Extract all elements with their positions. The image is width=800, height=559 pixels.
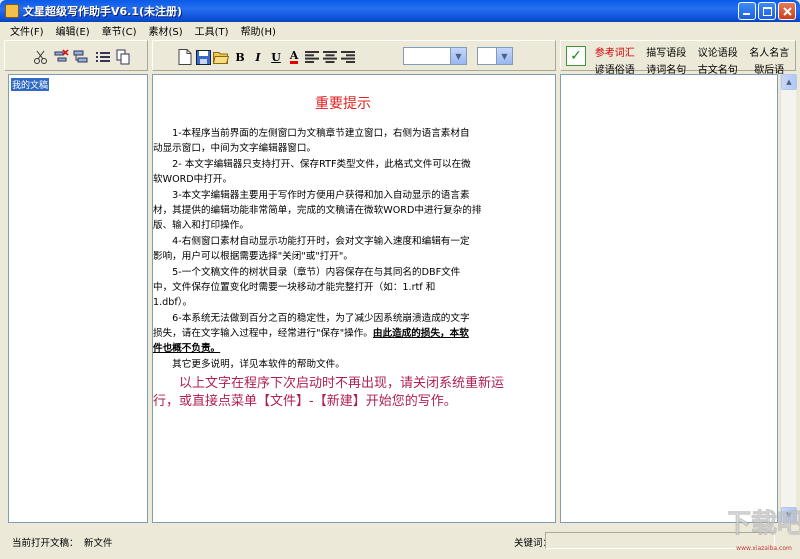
document-line: 1.dbf）。 [153,297,193,309]
window-title: 文星超级写作助手V6.1(未注册) [23,5,183,18]
align-center-button[interactable] [322,49,338,65]
document-line: 2- 本文字编辑器只支持打开、保存RTF类型文件，此格式文件可以在微 [153,158,471,170]
close-icon [782,6,792,16]
tab-argument-passages[interactable]: 议论语段 [692,44,744,59]
list-view-button[interactable] [95,49,111,65]
menu-chapter[interactable]: 章节(C) [96,23,143,38]
menu-help[interactable]: 帮助(H) [235,23,282,38]
watermark-text: 下载吧 [728,509,800,539]
copy-icon [116,49,130,65]
watermark-site: www.xiazaiba.com [736,545,792,552]
tab-descriptive-passages[interactable]: 描写语段 [641,44,693,59]
copy-node-button[interactable] [115,49,131,65]
chevron-down-icon: ▼ [450,48,466,64]
material-toolbar: ✓ 参考词汇 描写语段 议论语段 名人名言 谚语俗语 诗词名句 古文名句 歇后语 [560,40,796,76]
open-file-button[interactable] [213,49,229,65]
menu-tools[interactable]: 工具(T) [189,23,235,38]
tab-reference-vocabulary[interactable]: 参考词汇 [589,44,641,59]
list-icon [96,52,110,62]
font-color-button[interactable]: A [286,49,302,65]
document-title: 重要提示 [315,96,371,112]
document-line: 其它更多说明，详见本软件的帮助文件。 [153,358,345,370]
material-display-panel[interactable] [560,74,778,523]
tab-famous-quotes[interactable]: 名人名言 [744,44,796,59]
document-line: 1-本程序当前界面的左侧窗口为文稿章节建立窗口，右侧为语言素材自 [153,128,470,139]
notice-line: 行，或直接点菜单【文件】-【新建】开始您的写作。 [153,394,457,409]
new-file-icon [178,49,192,65]
tree-toolbar [4,40,148,71]
document-line: 5-一个文稿文件的树状目录（章节）内容保存在与其同名的DBF文件 [153,266,461,278]
warning-text: 由此造成的损失，本软 [372,328,469,340]
font-size-select[interactable]: ▼ [477,47,513,65]
chevron-down-icon: ▼ [496,48,512,64]
align-right-icon [341,51,355,63]
text-editor[interactable]: 重要提示 1-本程序当前界面的左侧窗口为文稿章节建立窗口，右侧为语言素材自 动显… [152,74,556,523]
close-button[interactable] [778,2,796,20]
document-line: 动显示窗口，中间为文字编辑器窗口。 [153,143,317,155]
maximize-icon [762,6,772,16]
document-line: 6-本系统无法做到百分之百的稳定性，为了减少因系统崩溃造成的文字 [153,312,470,324]
menu-file[interactable]: 文件(F) [4,23,50,38]
document-line: 软WORD中打开。 [153,174,233,186]
title-bar: 文星超级写作助手V6.1(未注册) [0,0,800,22]
document-line: 3-本文字编辑器主要用于写作时方便用户获得和加入自动显示的语言素 [153,189,470,201]
document-line: 件也概不负责。 [153,343,221,355]
cut-icon [34,50,47,64]
align-center-icon [323,51,337,63]
document-line: 版、输入和打印操作。 [153,220,249,232]
document-line: 中，文件保存位置变化时需要一块移动才能完整打开（如：1.rtf 和 [153,281,436,293]
menu-bar: 文件(F) 编辑(E) 章节(C) 素材(S) 工具(T) 帮助(H) [0,22,800,39]
save-file-button[interactable] [195,49,211,65]
startup-notice: 以上文字在程序下次启动时不再出现，请关闭系统重新运 行，或直接点菜单【文件】-【… [153,375,549,411]
minimize-button[interactable] [738,2,756,20]
font-name-select[interactable]: ▼ [403,47,467,65]
current-file-value: 新文件 [84,538,113,549]
open-folder-icon [213,52,229,64]
menu-edit[interactable]: 编辑(E) [50,23,96,38]
document-line-with-warning: 损失，请在文字输入过程中，经常进行"保存"操作。由此造成的损失，本软 [153,326,549,341]
delete-node-button[interactable] [53,49,69,65]
maximize-button[interactable] [758,2,776,20]
new-file-button[interactable] [177,49,193,65]
underline-button[interactable]: U [268,49,284,65]
app-icon [5,4,19,18]
save-icon [195,49,211,65]
bold-button[interactable]: B [232,49,248,65]
add-node-icon [73,50,88,63]
align-left-icon [305,51,319,63]
document-line: 4-右侧窗口素材自动显示功能打开时，会对文字输入速度和编辑有一定 [153,235,470,247]
document-body: 1-本程序当前界面的左侧窗口为文稿章节建立窗口，右侧为语言素材自 动显示窗口，中… [153,126,549,372]
italic-icon: I [255,50,261,64]
watermark-logo: 下载吧 www.xiazaiba.com [728,509,800,552]
cut-node-button[interactable] [33,49,49,65]
current-file-label: 当前打开文稿： [12,538,79,549]
scroll-up-button[interactable]: ▲ [781,74,797,90]
check-icon: ✓ [570,48,582,64]
tree-root-node[interactable]: 我的文稿 [11,78,50,91]
arrow-up-icon: ▲ [786,78,792,86]
underline-icon: U [271,50,281,64]
delete-node-icon [54,49,69,62]
bold-icon: B [235,50,245,64]
document-line: 材，其提供的编辑功能非常简单，完成的文稿请在微软WORD中进行复杂的排 [153,204,482,216]
add-node-button[interactable] [73,49,89,65]
status-bar: 当前打开文稿： 新文件 关键词： [0,528,800,554]
material-scrollbar[interactable]: ▲ ▼ [780,74,797,523]
notice-line: 以上文字在程序下次启动时不再出现，请关闭系统重新运 [153,376,505,391]
italic-button[interactable]: I [250,49,266,65]
document-line: 影响，用户可以根据需要选择"关闭"或"打开"。 [153,251,353,263]
align-right-button[interactable] [340,49,356,65]
align-left-button[interactable] [304,49,320,65]
document-line-text: 损失，请在文字输入过程中，经常进行"保存"操作。 [153,328,373,340]
editor-toolbar: B I U A ▼ ▼ [152,40,556,71]
auto-display-toggle[interactable]: ✓ [566,46,586,66]
menu-material[interactable]: 素材(S) [142,23,188,38]
minimize-icon [743,13,750,15]
chapter-tree-panel[interactable]: 我的文稿 [8,74,148,523]
font-color-icon: A [289,48,299,64]
